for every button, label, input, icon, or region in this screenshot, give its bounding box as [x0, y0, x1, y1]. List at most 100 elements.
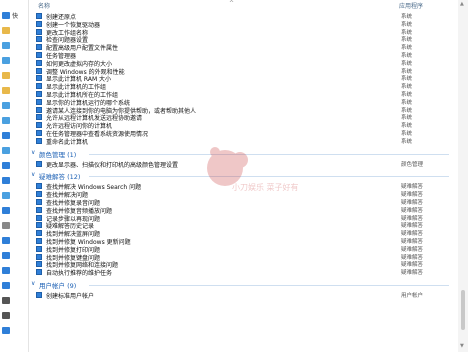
result-app: 系统 [401, 45, 413, 52]
nav-item[interactable] [2, 222, 26, 230]
result-name[interactable]: 重命名此计算机 [46, 137, 88, 146]
nav-item[interactable] [2, 237, 26, 245]
result-row[interactable]: 疑难解答历史记录 疑难解答 [29, 221, 458, 230]
result-row[interactable]: 记录步骤以再现问题 疑难解答 [29, 214, 458, 223]
nav-item[interactable] [2, 267, 26, 275]
result-app: 系统 [401, 68, 413, 75]
control-panel-icon [36, 75, 42, 82]
result-row[interactable]: 显示此计算机的工作组 系统 [29, 82, 458, 91]
result-app: 疑难解答 [401, 270, 424, 277]
control-panel-icon [36, 130, 42, 136]
column-name-header[interactable]: 名称 [38, 1, 50, 10]
nav-item[interactable] [2, 207, 26, 215]
nav-folder-icon [2, 147, 10, 154]
control-panel-icon [36, 199, 42, 205]
result-app: 系统 [401, 107, 413, 114]
nav-folder-icon [2, 12, 10, 19]
result-app: 系统 [401, 123, 413, 130]
result-row[interactable]: 找到并修复键盘问题 疑难解答 [29, 253, 458, 262]
nav-item[interactable] [2, 57, 26, 65]
result-row[interactable]: 在任务管理器中查看系统资源使用情况 系统 [29, 129, 458, 138]
control-panel-icon [36, 106, 42, 113]
group-divider [89, 176, 449, 178]
result-row[interactable]: 更改显示器、扫描仪和打印机的高级颜色管理设置 颜色管理 [29, 160, 458, 169]
scroll-up-icon[interactable]: ▲ [460, 1, 464, 7]
result-row[interactable]: 允许从远程计算机发送远程协助邀请 系统 [29, 113, 458, 122]
nav-item[interactable] [2, 282, 26, 290]
nav-item[interactable] [2, 162, 26, 170]
collapse-chevron-icon[interactable]: ∨ [31, 280, 35, 287]
nav-item[interactable]: 快 [2, 12, 26, 20]
vertical-scrollbar[interactable]: ▲ ▼ [458, 0, 468, 352]
result-app: 疑难解答 [401, 215, 424, 222]
nav-item[interactable] [2, 132, 26, 140]
nav-item[interactable] [2, 102, 26, 110]
result-app: 疑难解答 [401, 223, 424, 230]
control-panel-icon [36, 44, 42, 51]
group-header[interactable]: ∨ 疑难解答 (12) [29, 170, 458, 182]
nav-item[interactable] [2, 312, 26, 320]
collapse-chevron-icon[interactable]: ∨ [31, 149, 35, 156]
nav-item[interactable] [2, 297, 26, 305]
result-row[interactable]: 查找并解决 Windows Search 问题 疑难解答 [29, 182, 458, 191]
result-row[interactable]: 显示此计算机 RAM 大小 系统 [29, 74, 458, 83]
result-row[interactable]: 重命名此计算机 系统 [29, 137, 458, 146]
group-header[interactable]: ∨ 颜色管理 (1) [29, 148, 458, 159]
result-row[interactable]: 显示你的计算机运行的哪个系统 系统 [29, 98, 458, 107]
result-row[interactable]: 邀请某人连接到你的电脑为你提供帮助，或者帮助其他人 系统 [29, 106, 458, 115]
result-row[interactable]: 自动执行推荐的维护任务 疑难解答 [29, 268, 458, 277]
result-name[interactable]: 更改显示器、扫描仪和打印机的高级颜色管理设置 [46, 160, 178, 169]
group-title: 疑难解答 (12) [39, 173, 81, 182]
control-panel-icon [36, 222, 42, 229]
result-name[interactable]: 创建标准用户帐户 [46, 291, 94, 300]
result-name[interactable]: 自动执行推荐的维护任务 [46, 268, 112, 277]
column-app-header[interactable]: 应用程序 [399, 1, 423, 10]
result-row[interactable]: 检查问题器设置 系统 [29, 35, 458, 44]
control-panel-icon [36, 206, 42, 213]
result-row[interactable]: 查找并修复音频播放问题 疑难解答 [29, 206, 458, 215]
result-row[interactable]: 创建一个恢复驱动器 系统 [29, 20, 458, 29]
nav-item[interactable] [2, 27, 26, 35]
nav-item[interactable] [2, 192, 26, 200]
result-row[interactable]: 更改工作组名称 系统 [29, 28, 458, 37]
result-row[interactable]: 配置高级用户配置文件属性 系统 [29, 43, 458, 52]
result-row[interactable]: 找到并修复网络和连接问题 疑难解答 [29, 260, 458, 269]
nav-folder-icon [2, 192, 10, 199]
result-row[interactable]: 如何更改虚拟内存的大小 系统 [29, 59, 458, 68]
result-app: 系统 [401, 29, 413, 36]
control-panel-icon [36, 59, 42, 66]
result-app: 系统 [401, 53, 413, 59]
nav-item[interactable] [2, 147, 26, 155]
result-row[interactable]: 找到并修复打印问题 疑难解答 [29, 245, 458, 254]
result-app: 疑难解答 [401, 184, 424, 191]
nav-item[interactable] [2, 177, 26, 185]
result-row[interactable]: 查找并解决问题 疑难解答 [29, 190, 458, 199]
result-row[interactable]: 找到并修复 Windows 更新问题 疑难解答 [29, 237, 458, 246]
result-app: 系统 [401, 60, 413, 67]
nav-item[interactable] [2, 327, 26, 335]
result-row[interactable]: 查找并修复录音问题 疑难解答 [29, 198, 458, 207]
control-panel-icon [36, 183, 42, 190]
nav-item[interactable] [2, 117, 26, 125]
scroll-down-icon[interactable]: ▼ [460, 343, 464, 349]
nav-folder-icon [2, 297, 10, 304]
group-header[interactable]: ∨ 用户帐户 (9) [29, 279, 458, 290]
result-app: 疑难解答 [401, 192, 424, 199]
result-row[interactable]: 显示此计算机所在的工作组 系统 [29, 90, 458, 99]
nav-item[interactable] [2, 72, 26, 80]
scroll-thumb[interactable] [461, 290, 465, 330]
control-panel-icon [36, 13, 42, 19]
control-panel-icon [36, 214, 42, 221]
result-app: 疑难解答 [401, 231, 424, 238]
nav-item[interactable] [2, 42, 26, 50]
result-row[interactable]: 创建还原点 系统 [29, 12, 458, 21]
result-row[interactable]: 任务管理器 系统 [29, 51, 458, 60]
result-row[interactable]: 允许远程访问你的计算机 系统 [29, 121, 458, 130]
result-row[interactable]: 找到并解决蓝屏问题 疑难解答 [29, 229, 458, 238]
result-row[interactable]: 调整 Windows 的外观和性能 系统 [29, 67, 458, 76]
result-app: 系统 [401, 76, 413, 83]
collapse-chevron-icon[interactable]: ∨ [31, 171, 35, 178]
nav-item[interactable] [2, 252, 26, 260]
result-row[interactable]: 创建标准用户帐户 用户帐户 [29, 291, 458, 300]
nav-item[interactable] [2, 87, 26, 95]
